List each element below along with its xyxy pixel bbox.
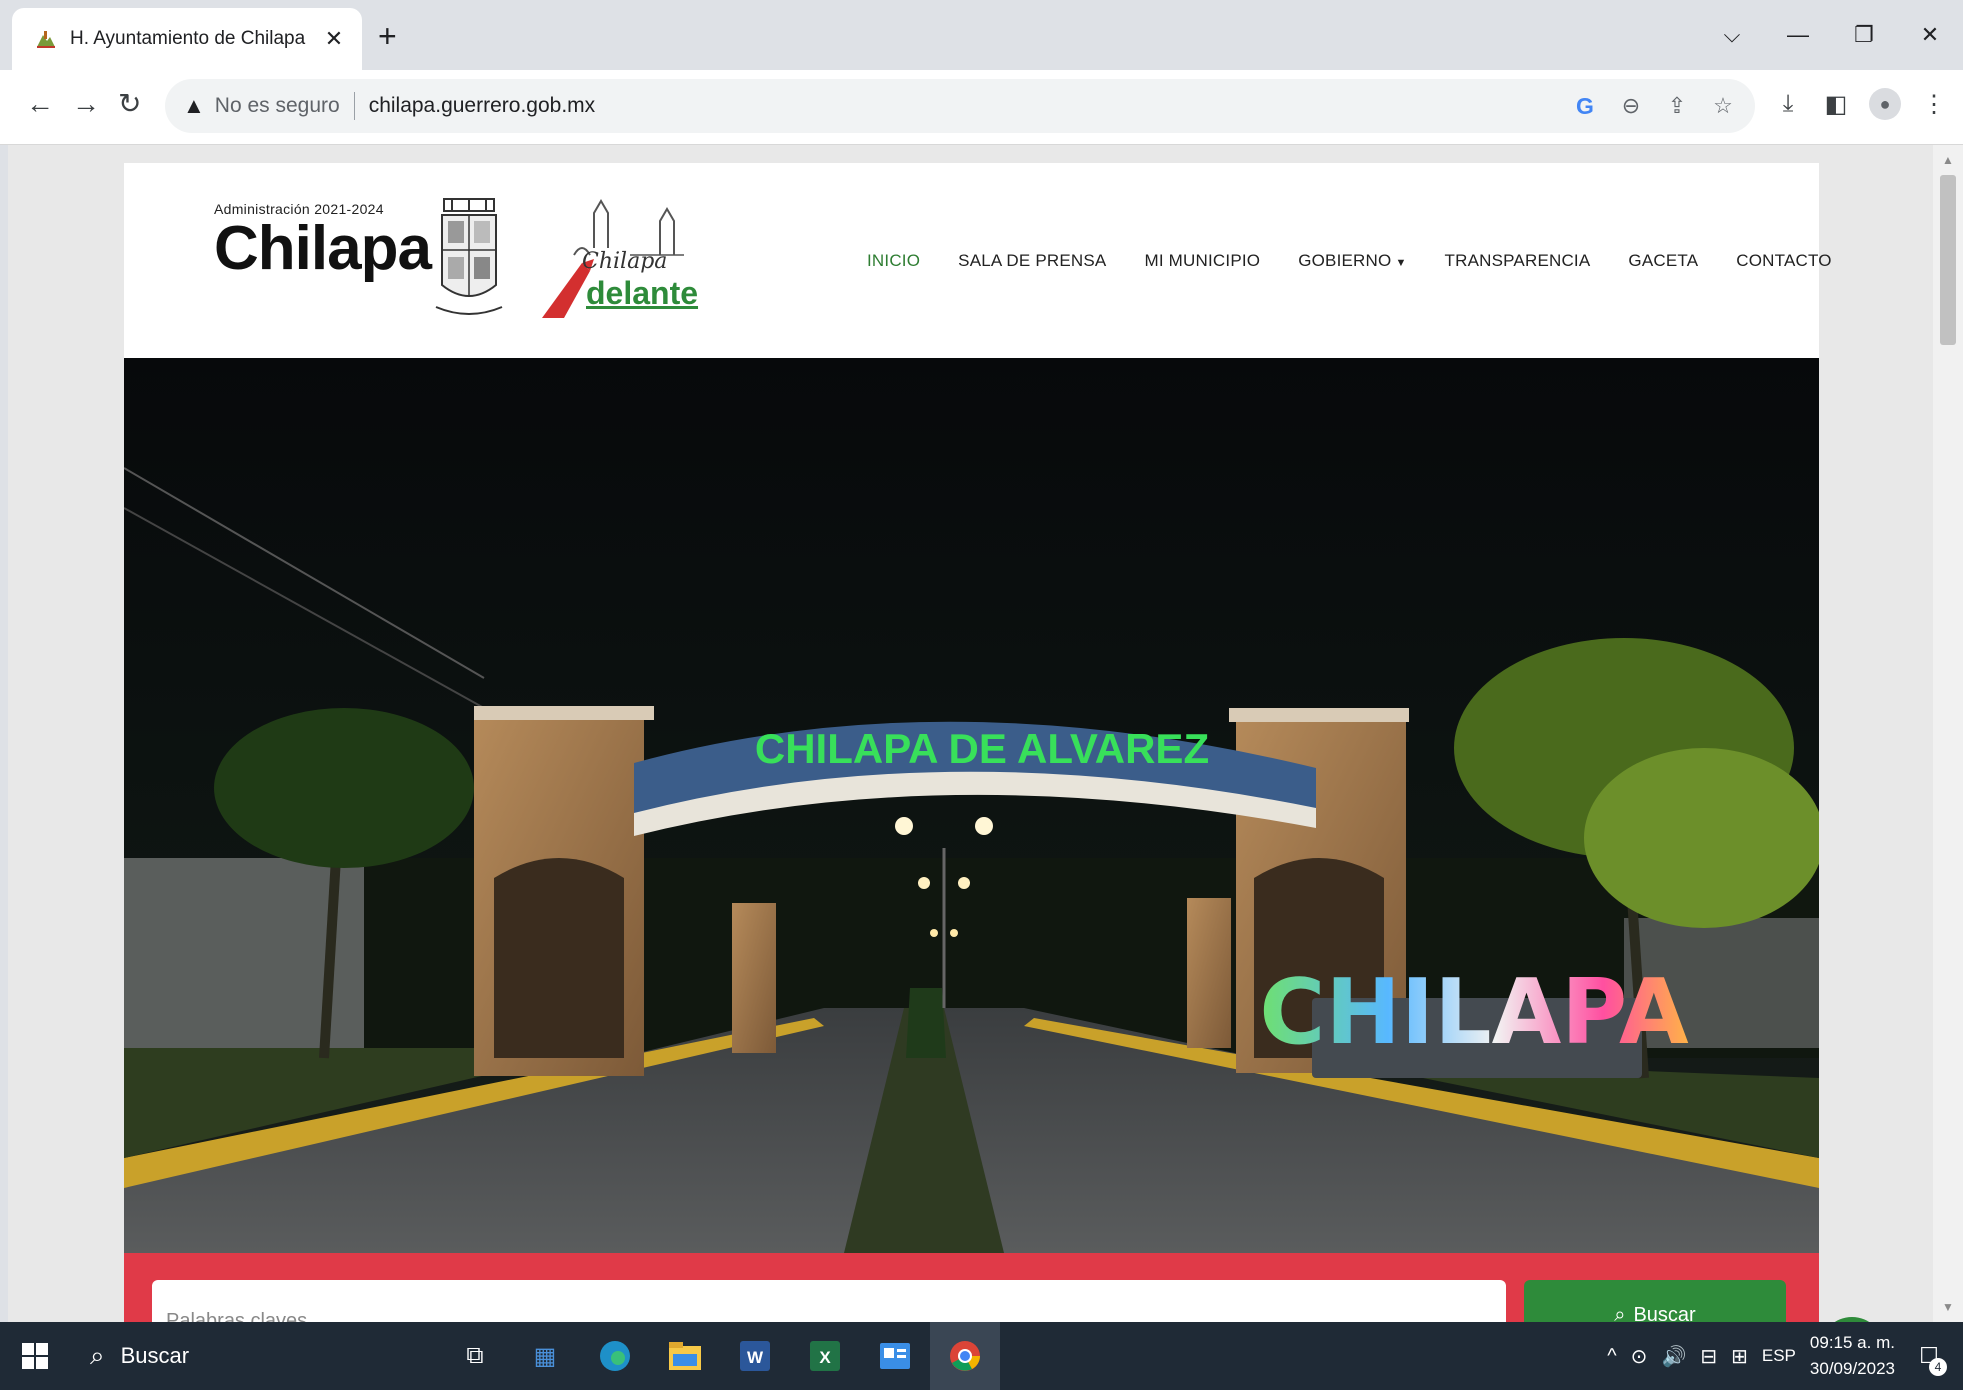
taskbar-apps: ⧉ ▦ W X — [440, 1322, 1000, 1390]
page-viewport: Administración 2021-2024 Chilapa Chilapa… — [8, 145, 1933, 1322]
clock-date: 30/09/2023 — [1809, 1359, 1895, 1378]
letters-sign-text: CHILAPA — [1259, 960, 1689, 1065]
warning-icon[interactable]: ▲ — [183, 93, 205, 119]
browser-toolbar: ← → ↻ ▲ No es seguro chilapa.guerrero.go… — [0, 70, 1963, 145]
url-text[interactable]: chilapa.guerrero.gob.mx — [369, 94, 595, 118]
bookmark-star-icon[interactable]: ☆ — [1709, 93, 1737, 119]
location-icon[interactable]: ⊙ — [1631, 1344, 1648, 1369]
search-icon: ⌕ — [1614, 1304, 1626, 1322]
tab-search-icon[interactable]: ⌵ — [1699, 22, 1765, 48]
nav-item-sala-de-prensa[interactable]: SALA DE PRENSA — [958, 251, 1106, 271]
scroll-down-icon[interactable]: ▼ — [1933, 1296, 1963, 1318]
excel-icon[interactable]: X — [790, 1322, 860, 1390]
notification-count-badge: 4 — [1929, 1358, 1947, 1376]
nav-item-inicio[interactable]: INICIO — [867, 251, 920, 271]
search-button-label: Buscar — [1633, 1304, 1696, 1322]
nav-item-gaceta[interactable]: GACETA — [1628, 251, 1698, 271]
browser-tab-strip: H. Ayuntamiento de Chilapa de ✕ + ⌵ — ❐ … — [0, 0, 1963, 70]
chevron-down-icon: ▼ — [1395, 257, 1407, 269]
taskbar-clock[interactable]: 09:15 a. m. 30/09/2023 — [1810, 1330, 1895, 1382]
windows-logo-icon — [22, 1343, 48, 1369]
toolbar-actions: ⤓ ◧ ● ⋮ — [1773, 88, 1949, 120]
window-controls: ⌵ — ❐ ✕ — [1699, 0, 1963, 70]
arch-sign-text: CHILAPA DE ALVAREZ — [755, 725, 1209, 772]
search-icon: ⌕ — [90, 1340, 105, 1370]
reload-icon[interactable]: ↻ — [118, 90, 141, 118]
tab-close-icon[interactable]: ✕ — [320, 26, 348, 52]
windows-taskbar: ⌕ Buscar ⧉ ▦ W X ^ ⊙ 🔊 ⊟ ⊞ ESP 09:15 a. — [0, 1322, 1963, 1390]
nav-item-gobierno[interactable]: GOBIERNO ▼ — [1298, 251, 1406, 271]
search-band: ⌕ Buscar — [124, 1253, 1819, 1322]
volume-icon[interactable]: 🔊 — [1661, 1344, 1686, 1369]
adelante-word-label: delante — [586, 275, 699, 311]
edge-browser-icon[interactable] — [580, 1322, 650, 1390]
chrome-icon[interactable] — [930, 1322, 1000, 1390]
task-view-icon[interactable]: ⧉ — [440, 1322, 510, 1390]
scroll-up-icon[interactable]: ▲ — [1933, 149, 1963, 171]
security-tray-icon[interactable]: ⊞ — [1731, 1344, 1748, 1369]
clock-time: 09:15 a. m. — [1809, 1333, 1895, 1352]
main-nav: INICIO SALA DE PRENSA MI MUNICIPIO GOBIE… — [867, 251, 1832, 271]
windows-start-button[interactable] — [0, 1322, 70, 1390]
site-header: Administración 2021-2024 Chilapa Chilapa… — [124, 163, 1831, 358]
page-scrollbar[interactable]: ▲ ▼ — [1933, 145, 1963, 1322]
menu-kebab-icon[interactable]: ⋮ — [1919, 90, 1949, 119]
adelante-script-label: Chilapa — [582, 249, 668, 274]
omnibox-actions: G ⊖ ⇪ ☆ — [1571, 79, 1737, 133]
site-container: Administración 2021-2024 Chilapa Chilapa… — [124, 163, 1831, 1322]
address-separator — [353, 92, 355, 120]
nav-gobierno-label: GOBIERNO — [1298, 251, 1392, 270]
restore-icon[interactable]: ❐ — [1831, 22, 1897, 48]
chilapa-logo[interactable]: Administración 2021-2024 Chilapa — [214, 201, 432, 283]
svg-text:X: X — [819, 1348, 831, 1367]
nav-item-mi-municipio[interactable]: MI MUNICIPIO — [1144, 251, 1260, 271]
back-arrow-icon[interactable]: ← — [26, 90, 54, 118]
file-explorer-icon[interactable] — [650, 1322, 720, 1390]
contacts-app-icon[interactable] — [860, 1322, 930, 1390]
nav-item-transparencia[interactable]: TRANSPARENCIA — [1445, 251, 1591, 271]
side-panel-icon[interactable]: ◧ — [1821, 90, 1851, 119]
zoom-icon[interactable]: ⊖ — [1617, 93, 1645, 119]
municipal-crest-icon — [435, 198, 503, 315]
calculator-icon[interactable]: ▦ — [510, 1322, 580, 1390]
site-favicon-icon — [34, 27, 58, 51]
system-tray: ^ ⊙ 🔊 ⊟ ⊞ ESP 09:15 a. m. 30/09/2023 ☐ 4 — [1607, 1322, 1963, 1390]
svg-text:W: W — [747, 1348, 764, 1367]
new-tab-button[interactable]: + — [378, 20, 397, 52]
chilapa-adelante-logo[interactable]: Chilapa delante — [534, 193, 698, 323]
network-icon[interactable]: ⊟ — [1700, 1344, 1717, 1369]
chevron-up-icon[interactable]: ^ — [1607, 1345, 1616, 1368]
language-indicator[interactable]: ESP — [1762, 1346, 1796, 1366]
browser-tab[interactable]: H. Ayuntamiento de Chilapa de ✕ — [12, 8, 362, 70]
google-icon[interactable]: G — [1571, 93, 1599, 120]
taskbar-search-label: Buscar — [120, 1343, 190, 1368]
scrollbar-thumb[interactable] — [1940, 175, 1956, 345]
security-label[interactable]: No es seguro — [215, 94, 340, 118]
minimize-icon[interactable]: — — [1765, 22, 1831, 48]
word-icon[interactable]: W — [720, 1322, 790, 1390]
tab-title: H. Ayuntamiento de Chilapa de — [70, 28, 310, 49]
address-bar[interactable]: ▲ No es seguro chilapa.guerrero.gob.mx G… — [165, 79, 1755, 133]
logo-wordmark: Chilapa — [214, 214, 432, 283]
download-icon[interactable]: ⤓ — [1773, 90, 1803, 118]
forward-arrow-icon[interactable]: → — [72, 90, 100, 118]
notifications-icon[interactable]: ☐ 4 — [1909, 1336, 1949, 1376]
close-window-icon[interactable]: ✕ — [1897, 22, 1963, 48]
search-button[interactable]: ⌕ Buscar — [1524, 1280, 1786, 1322]
taskbar-search[interactable]: ⌕ Buscar — [70, 1322, 370, 1390]
nav-item-contacto[interactable]: CONTACTO — [1736, 251, 1831, 271]
keywords-search-input[interactable] — [152, 1280, 1506, 1322]
share-icon[interactable]: ⇪ — [1663, 93, 1691, 119]
hero-image: CHILAPA DE ALVAREZ CHILAPA — [124, 358, 1819, 1253]
profile-avatar-icon[interactable]: ● — [1869, 88, 1901, 120]
